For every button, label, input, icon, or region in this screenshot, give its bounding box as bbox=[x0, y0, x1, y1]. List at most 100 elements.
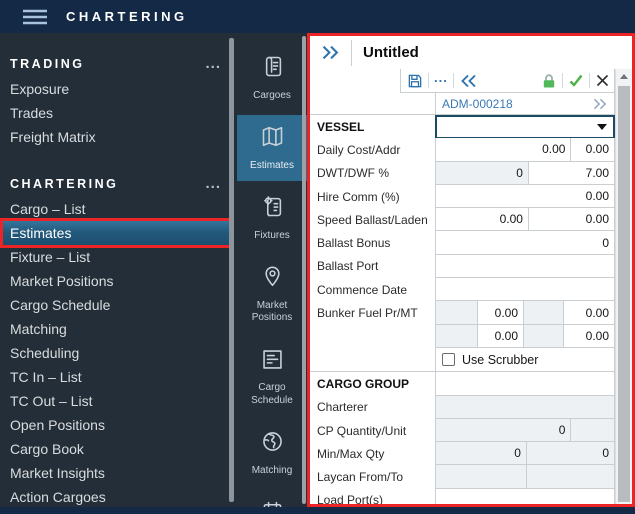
field-cell[interactable]: 0.00 bbox=[570, 138, 614, 161]
rail-item-scheduling[interactable]: Scheduling bbox=[237, 490, 307, 507]
open-reference-icon[interactable] bbox=[592, 98, 608, 110]
field-cell[interactable]: 0.00 bbox=[528, 208, 614, 231]
field-cell[interactable]: 0.00 bbox=[436, 138, 570, 161]
sidebar-item-freight-matrix[interactable]: Freight Matrix bbox=[3, 125, 230, 149]
toolbar-separator bbox=[562, 73, 563, 88]
field-cell: 0 bbox=[436, 442, 526, 465]
field-cell[interactable]: 0.00 bbox=[436, 208, 528, 231]
rail-item-matching[interactable]: Matching bbox=[237, 420, 307, 486]
field-cell[interactable] bbox=[436, 255, 614, 278]
use-scrubber-label: Use Scrubber bbox=[462, 353, 538, 367]
sidebar-item-market-insights[interactable]: Market Insights bbox=[3, 461, 230, 485]
globe-icon bbox=[259, 428, 286, 465]
field-cell[interactable]: 0.00 bbox=[563, 325, 614, 348]
rail-item-estimates[interactable]: Estimates bbox=[237, 115, 307, 181]
panel-scrollbar[interactable] bbox=[615, 69, 632, 504]
field-cell[interactable]: 0.00 bbox=[563, 301, 614, 324]
field-cell[interactable]: 0.00 bbox=[477, 325, 523, 348]
sidebar-item-fixture-list[interactable]: Fixture – List bbox=[3, 245, 230, 269]
bottom-bar bbox=[0, 507, 635, 514]
sidebar-item-estimates[interactable]: Estimates bbox=[3, 221, 230, 245]
field-cell: 0 bbox=[436, 419, 570, 442]
sidebar-item-matching[interactable]: Matching bbox=[3, 317, 230, 341]
field-label: VESSEL bbox=[310, 115, 435, 138]
lock-icon[interactable] bbox=[541, 73, 557, 89]
rail-item-fixtures[interactable]: Fixtures bbox=[237, 185, 307, 251]
use-scrubber-checkbox[interactable] bbox=[442, 353, 455, 366]
field-cell[interactable]: 0.00 bbox=[436, 185, 614, 208]
form-row-min-max-qty: Min/Max Qty00 bbox=[310, 442, 615, 465]
field-label: Charterer bbox=[310, 396, 435, 419]
section-menu-dots-icon[interactable]: ... bbox=[205, 60, 221, 68]
rail-scrollbar[interactable] bbox=[302, 36, 306, 504]
field-cell[interactable]: 0 bbox=[436, 231, 614, 254]
sidebar-scrollbar[interactable] bbox=[229, 38, 234, 502]
confirm-check-icon[interactable] bbox=[568, 73, 584, 88]
sidebar-item-cargo-list[interactable]: Cargo – List bbox=[3, 197, 230, 221]
more-options-icon[interactable]: ... bbox=[434, 75, 448, 87]
sidebar-item-tc-in-list[interactable]: TC In – List bbox=[3, 365, 230, 389]
scrollbar-thumb[interactable] bbox=[618, 86, 630, 502]
sidebar-item-label: Exposure bbox=[10, 81, 69, 97]
sidebar-item-label: TC Out – List bbox=[10, 393, 92, 409]
sidebar-section-trading: TRADING...ExposureTradesFreight Matrix bbox=[0, 51, 237, 149]
form-row-commence-date: Commence Date bbox=[310, 278, 615, 301]
form-row-daily-cost-addr: Daily Cost/Addr0.000.00 bbox=[310, 138, 615, 161]
app-body: TRADING...ExposureTradesFreight MatrixCH… bbox=[0, 33, 635, 507]
rail-item-cargoes[interactable]: Cargoes bbox=[237, 45, 307, 111]
form-row-laycan-from-to: Laycan From/To bbox=[310, 465, 615, 488]
collapse-left-icon[interactable] bbox=[459, 74, 478, 88]
panel-body: ... bbox=[310, 69, 632, 504]
section-title: CHARTERING bbox=[10, 177, 118, 191]
dropdown-caret-icon bbox=[597, 124, 607, 130]
expand-right-icon[interactable] bbox=[320, 45, 341, 60]
form-row-use-scrubber: Use Scrubber bbox=[310, 348, 615, 371]
sidebar-item-market-positions[interactable]: Market Positions bbox=[3, 269, 230, 293]
vessel-dropdown[interactable] bbox=[435, 115, 615, 139]
sidebar-item-action-cargoes[interactable]: Action Cargoes bbox=[3, 485, 230, 507]
field-cell[interactable]: 0.00 bbox=[477, 301, 523, 324]
sidebar: TRADING...ExposureTradesFreight MatrixCH… bbox=[0, 33, 237, 507]
rail-item-market-positions[interactable]: Market Positions bbox=[237, 255, 307, 334]
sidebar-item-exposure[interactable]: Exposure bbox=[3, 77, 230, 101]
toolbar-separator bbox=[453, 73, 454, 88]
sidebar-item-label: Fixture – List bbox=[10, 249, 90, 265]
field-cell[interactable] bbox=[436, 278, 614, 301]
close-icon[interactable] bbox=[595, 73, 610, 88]
field-label: Laycan From/To bbox=[310, 465, 435, 488]
toolbar-separator bbox=[589, 73, 590, 88]
field-label: Load Port(s) bbox=[310, 489, 435, 504]
rail-item-cargo-schedule[interactable]: Cargo Schedule bbox=[237, 338, 307, 417]
sidebar-item-label: Trades bbox=[10, 105, 53, 121]
sidebar-item-scheduling[interactable]: Scheduling bbox=[3, 341, 230, 365]
estimate-reference-link[interactable]: ADM-000218 bbox=[436, 97, 513, 111]
field-label: Ballast Port bbox=[310, 255, 435, 278]
form-row-vessel: VESSEL bbox=[310, 115, 615, 138]
section-menu-dots-icon[interactable]: ... bbox=[205, 180, 221, 188]
sidebar-item-cargo-book[interactable]: Cargo Book bbox=[3, 437, 230, 461]
sidebar-item-label: Action Cargoes bbox=[10, 489, 106, 505]
hamburger-icon[interactable] bbox=[22, 8, 48, 26]
calendar-icon bbox=[259, 498, 286, 507]
field-cell[interactable]: 7.00 bbox=[528, 162, 614, 185]
scroll-up-icon[interactable] bbox=[616, 69, 632, 84]
save-icon[interactable] bbox=[407, 73, 423, 89]
pin-icon bbox=[259, 263, 286, 300]
field-cell[interactable] bbox=[436, 489, 614, 504]
rail-item-label: Estimates bbox=[250, 160, 294, 173]
use-scrubber-field: Use Scrubber bbox=[435, 348, 615, 371]
sidebar-item-cargo-schedule[interactable]: Cargo Schedule bbox=[3, 293, 230, 317]
sidebar-item-tc-out-list[interactable]: TC Out – List bbox=[3, 389, 230, 413]
sidebar-item-label: TC In – List bbox=[10, 369, 82, 385]
estimate-panel: Untitled ... bbox=[307, 33, 635, 507]
field-label: CP Quantity/Unit bbox=[310, 419, 435, 442]
form-row-charterer: Charterer bbox=[310, 396, 615, 419]
sidebar-item-open-positions[interactable]: Open Positions bbox=[3, 413, 230, 437]
map-icon bbox=[259, 123, 286, 160]
field-label bbox=[310, 325, 435, 348]
sidebar-item-label: Cargo – List bbox=[10, 201, 85, 217]
toolbar-row: ... bbox=[310, 69, 615, 93]
form-row-ballast-bonus: Ballast Bonus0 bbox=[310, 231, 615, 254]
field-cell[interactable] bbox=[436, 372, 614, 395]
sidebar-item-trades[interactable]: Trades bbox=[3, 101, 230, 125]
